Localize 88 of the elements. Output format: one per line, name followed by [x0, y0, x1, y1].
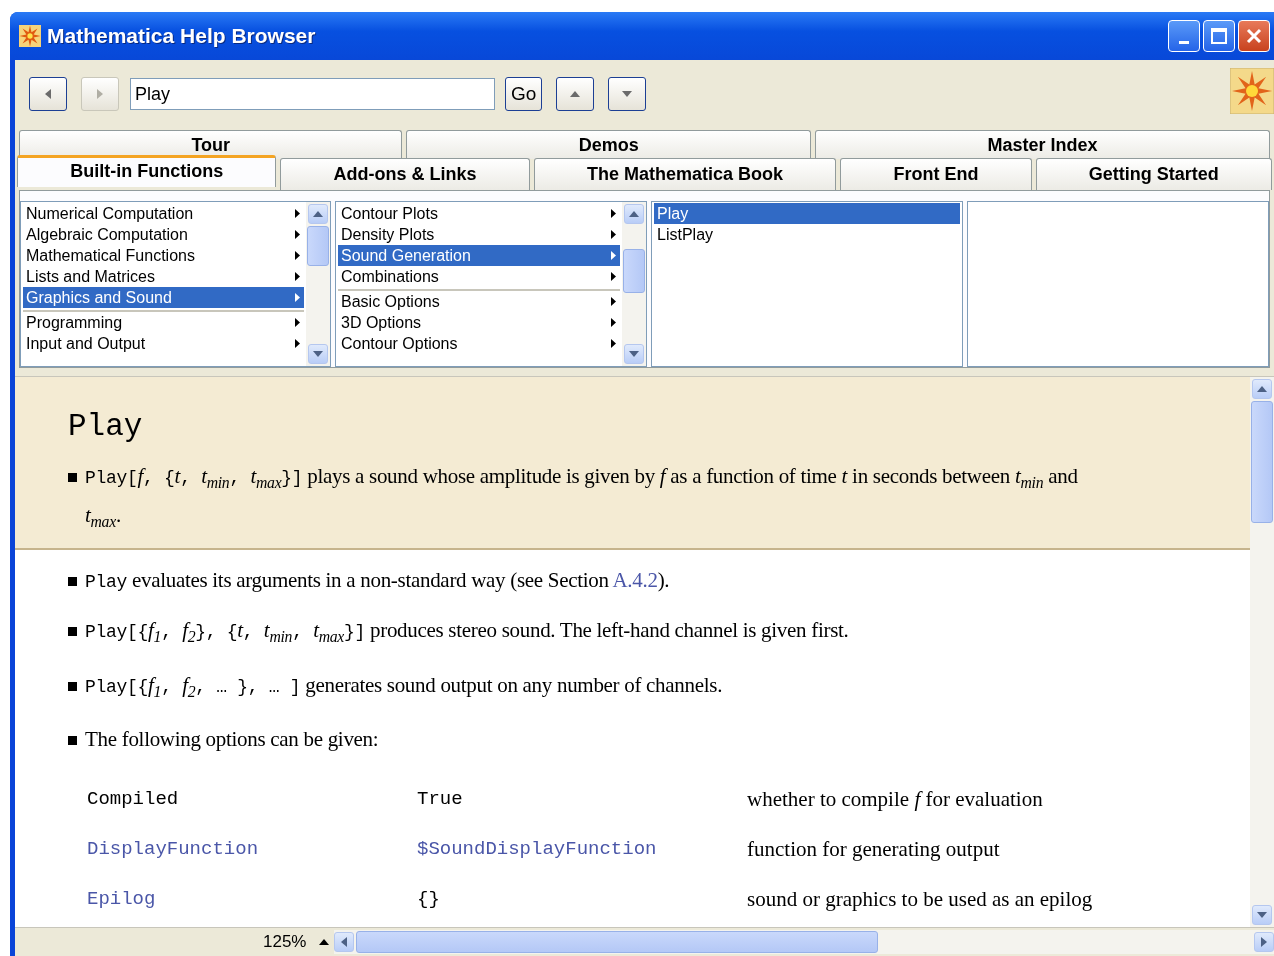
left-arrow-icon [341, 937, 348, 947]
list-item[interactable]: Mathematical Functions [23, 245, 304, 266]
list-item[interactable]: Contour Options [338, 333, 620, 354]
up-arrow-icon [1257, 386, 1267, 392]
maximize-icon [1210, 27, 1228, 45]
bullet-icon [68, 577, 77, 587]
note-paragraph: The following options can be given: [85, 725, 379, 753]
bullet-icon [68, 627, 77, 637]
down-arrow-icon [622, 91, 633, 97]
option-link[interactable]: DisplayFunction [87, 833, 417, 864]
zoom-level: 125% [262, 932, 308, 952]
tab[interactable]: Front End [840, 158, 1032, 190]
table-cell-text: sound or graphics to be used as an epilog [747, 885, 1094, 913]
right-arrow-icon [1261, 937, 1267, 947]
scroll-up-button[interactable] [624, 204, 644, 224]
vertical-scrollbar[interactable] [622, 202, 646, 366]
scroll-up-button[interactable] [308, 204, 328, 224]
list-item[interactable]: 3D Options [338, 312, 620, 333]
vertical-scrollbar[interactable] [306, 202, 330, 366]
list-item[interactable]: Lists and Matrices [23, 266, 304, 287]
scroll-thumb[interactable] [356, 931, 879, 953]
previous-button[interactable] [556, 77, 595, 111]
scroll-down-button[interactable] [624, 344, 644, 364]
list-item[interactable]: Numerical Computation [23, 203, 304, 224]
left-arrow-icon [45, 89, 51, 99]
list-item[interactable]: Graphics and Sound [23, 287, 304, 308]
down-arrow-icon [313, 351, 323, 357]
minimize-button[interactable] [1168, 20, 1200, 52]
starburst-logo [1230, 68, 1274, 114]
tab[interactable]: Master Index [815, 130, 1270, 159]
tab[interactable]: Getting Started [1035, 158, 1272, 190]
scroll-thumb[interactable] [1251, 401, 1273, 523]
scroll-down-button[interactable] [1252, 905, 1272, 925]
bullet-icon [68, 735, 77, 745]
back-button[interactable] [29, 77, 67, 111]
horizontal-scrollbar[interactable] [334, 930, 1274, 954]
scroll-up-button[interactable] [1252, 379, 1272, 399]
vertical-scrollbar[interactable] [1250, 377, 1274, 927]
section-link[interactable]: A.4.2 [612, 568, 658, 593]
page-heading: Play [68, 408, 144, 446]
maximize-button[interactable] [1203, 20, 1235, 52]
bullet-icon [68, 681, 77, 691]
go-button[interactable]: Go [505, 77, 543, 111]
bullet-icon [68, 473, 77, 482]
tab[interactable]: Built-in Functions [17, 155, 277, 187]
list-item[interactable]: Algebraic Computation [23, 224, 304, 245]
up-triangle-icon [318, 937, 331, 947]
list-item[interactable]: Combinations [338, 266, 620, 287]
scroll-down-button[interactable] [308, 344, 328, 364]
scroll-left-button[interactable] [334, 932, 355, 952]
note-paragraph: Play[{f$_{1}$, f$_{2}$}, {t, t$_{min}$, t$_{max}$}] produces stereo sound. The left-hand channel is given first. [85, 617, 849, 648]
up-arrow-icon [629, 211, 639, 217]
down-arrow-icon [629, 351, 639, 357]
usage-paragraph: Play[f, {t, t$_{min}$, t$_{max}$}] plays a sound whose amplitude is given by f as a function of time t in seconds between t$_{min}$ and t$_{max}$. [85, 463, 1079, 533]
list-item[interactable]: Contour Plots [338, 203, 620, 224]
close-button[interactable] [1238, 20, 1270, 52]
scroll-thumb[interactable] [307, 226, 329, 266]
down-arrow-icon [1257, 912, 1267, 918]
list-item[interactable]: Programming [23, 310, 304, 333]
next-button[interactable] [608, 77, 647, 111]
list-item[interactable]: Input and Output [23, 333, 304, 354]
search-field[interactable]: Play [130, 78, 495, 110]
close-icon [1245, 27, 1263, 45]
note-paragraph: Play evaluates its arguments in a non-standard way (see Section A.4.2). [85, 567, 670, 595]
up-arrow-icon [570, 91, 581, 97]
up-arrow-icon [313, 211, 323, 217]
list-item[interactable]: Play [654, 203, 960, 224]
scroll-right-button[interactable] [1254, 932, 1274, 952]
option-link[interactable]: Epilog [87, 883, 417, 914]
tab[interactable]: The Mathematica Book [533, 158, 837, 190]
list-item[interactable]: Basic Options [338, 289, 620, 312]
list-item[interactable]: Density Plots [338, 224, 620, 245]
table-cell-text: whether to compile f for evaluation [747, 785, 1044, 813]
note-paragraph: Play[{f$_{1}$, f$_{2}$, … }, … ] generates sound output on any number of channels. [85, 671, 723, 702]
option-link[interactable]: $SoundDisplayFunction [417, 833, 747, 864]
table-cell-text: {} [417, 886, 441, 912]
minimize-icon [1179, 40, 1189, 44]
list-item[interactable]: ListPlay [654, 224, 960, 245]
app-icon [19, 25, 41, 47]
table-cell-text: Compiled [87, 786, 180, 812]
list-item[interactable]: Sound Generation [338, 245, 620, 266]
tab[interactable]: Add-ons & Links [280, 158, 530, 190]
table-cell-text: True [417, 786, 464, 812]
window-title: Mathematica Help Browser [47, 24, 316, 48]
right-arrow-icon [97, 89, 103, 99]
table-cell-text: function for generating output [747, 835, 1001, 863]
scroll-thumb[interactable] [623, 249, 645, 293]
tab[interactable]: Demos [406, 130, 812, 159]
